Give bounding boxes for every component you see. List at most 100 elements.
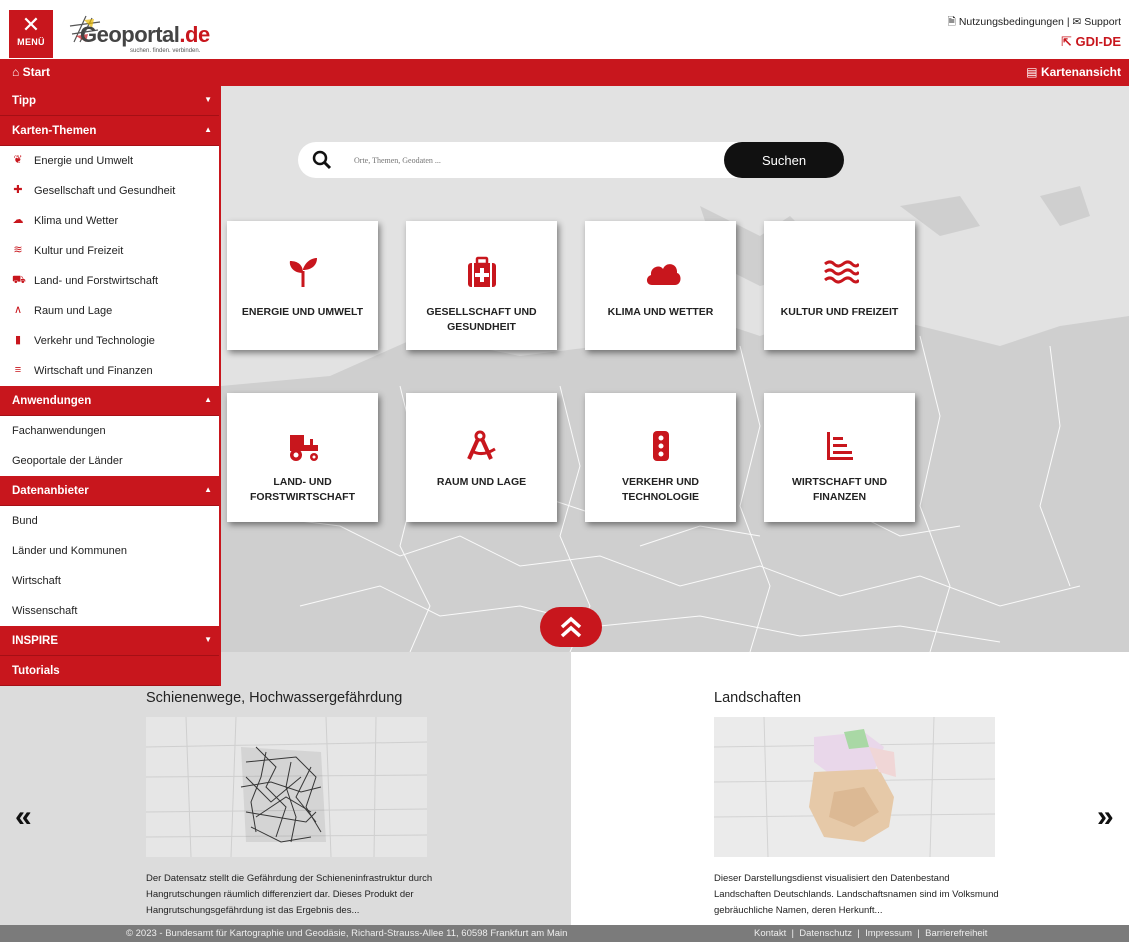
sidebar-item-label: Gesellschaft und Gesundheit	[34, 185, 176, 197]
footer-link-datenschutz[interactable]: Datenschutz	[799, 928, 852, 939]
card-thumbnail-landscape-map[interactable]	[714, 717, 995, 857]
sidebar-item-wirtschaft-anbieter[interactable]: Wirtschaft	[0, 566, 219, 596]
envelope-icon: ✉	[1072, 16, 1082, 28]
tile-label: VERKEHR UND TECHNOLOGIE	[621, 476, 699, 503]
compass-icon	[467, 430, 496, 460]
tile-klima[interactable]: KLIMA UND WETTER	[585, 221, 736, 350]
tile-wirtschaft[interactable]: WIRTSCHAFT UND FINANZEN	[764, 393, 915, 522]
tile-gesellschaft[interactable]: GESELLSCHAFT UND GESUNDHEIT	[406, 221, 557, 350]
top-links-separator: |	[1066, 16, 1070, 28]
footer-copyright: © 2023 - Bundesamt für Kartographie und …	[126, 928, 568, 939]
waves-icon: ≋	[13, 244, 23, 256]
tile-raum[interactable]: RAUM UND LAGE	[406, 393, 557, 522]
carousel-next-arrow[interactable]: »	[1097, 800, 1114, 834]
sidebar-section-datenanbieter[interactable]: Datenanbieter ▲	[0, 476, 219, 506]
sidebar-section-tipp[interactable]: Tipp ▼	[0, 86, 219, 116]
nav-bar: ⌂ Start ▤ Kartenansicht	[0, 59, 1129, 86]
cloud-icon	[646, 264, 681, 285]
caret-down-icon: ▼	[204, 635, 212, 644]
top-header: ✕ MENÜ Geoportal.de suchen. finden. verb…	[0, 0, 1129, 59]
sidebar-item-gesellschaft[interactable]: ✚ Gesellschaft und Gesundheit	[0, 176, 219, 206]
sidebar-item-fachanwendungen[interactable]: Fachanwendungen	[0, 416, 219, 446]
sidebar-item-geoportale[interactable]: Geoportale der Länder	[0, 446, 219, 476]
tile-label: KLIMA UND WETTER	[607, 306, 714, 318]
search-bar: Suchen	[298, 142, 844, 178]
footer-link-kontakt[interactable]: Kontakt	[754, 928, 786, 939]
sidebar-menu: Tipp ▼ Karten-Themen ▲ ❦ Energie und Umwelt…	[0, 86, 221, 686]
search-button[interactable]: Suchen	[724, 142, 844, 178]
tile-label: KULTUR UND FREIZEIT	[780, 306, 899, 318]
footer-link-impressum[interactable]: Impressum	[865, 928, 912, 939]
sidebar-item-wissenschaft[interactable]: Wissenschaft	[0, 596, 219, 626]
sidebar-item-verkehr[interactable]: ▮ Verkehr und Technologie	[0, 326, 219, 356]
menu-label: MENÜ	[17, 37, 45, 47]
sidebar-section-karten-themen[interactable]: Karten-Themen ▲	[0, 116, 219, 146]
sidebar-section-anwendungen[interactable]: Anwendungen ▲	[0, 386, 219, 416]
landscape-map-image	[714, 717, 995, 857]
external-link-icon: ⇱	[1060, 34, 1072, 49]
caret-up-icon: ▲	[204, 485, 212, 494]
carousel-prev-arrow[interactable]: «	[15, 800, 32, 834]
sidebar-item-laender[interactable]: Länder und Kommunen	[0, 536, 219, 566]
search-input[interactable]	[354, 151, 654, 169]
tile-label: WIRTSCHAFT UND FINANZEN	[791, 476, 888, 503]
support-link[interactable]: Support	[1084, 16, 1121, 28]
sidebar-item-raum[interactable]: ∧ Raum und Lage	[0, 296, 219, 326]
rail-map-image	[146, 717, 427, 857]
sidebar-item-label: Raum und Lage	[34, 305, 113, 317]
geoportal-logo[interactable]: Geoportal.de suchen. finden. verbinden.	[66, 12, 226, 54]
tile-kultur[interactable]: KULTUR UND FREIZEIT	[764, 221, 915, 350]
sidebar-item-energie[interactable]: ❦ Energie und Umwelt	[0, 146, 219, 176]
document-icon: 🗎	[947, 16, 956, 28]
nutzungsbedingungen-link[interactable]: Nutzungsbedingungen	[959, 16, 1064, 28]
sidebar-item-label: Energie und Umwelt	[34, 155, 134, 167]
sprout-icon	[289, 258, 317, 287]
tile-verkehr[interactable]: VERKEHR UND TECHNOLOGIE	[585, 393, 736, 522]
cloud-icon: ☁	[12, 214, 24, 226]
caret-up-icon: ▲	[204, 395, 212, 404]
start-label: Start	[22, 65, 50, 79]
sidebar-item-label: Bund	[12, 515, 38, 527]
medkit-icon: ✚	[13, 184, 23, 196]
card-title[interactable]: Schienenwege, Hochwassergefährdung	[146, 690, 402, 706]
tile-land[interactable]: LAND- UND FORSTWIRTSCHAFT	[227, 393, 378, 522]
sidebar-item-klima[interactable]: ☁ Klima und Wetter	[0, 206, 219, 236]
kartenansicht-link[interactable]: ▤ Kartenansicht	[1026, 65, 1121, 79]
tile-energie[interactable]: ENERGIE UND UMWELT	[227, 221, 378, 350]
gdi-de-link[interactable]: ⇱ GDI-DE	[1061, 34, 1121, 50]
section-label: Tutorials	[12, 665, 60, 677]
sidebar-item-label: Verkehr und Technologie	[34, 335, 155, 347]
sidebar-item-bund[interactable]: Bund	[0, 506, 219, 536]
tile-label: LAND- UND FORSTWIRTSCHAFT	[250, 476, 355, 503]
card-thumbnail-rail-map[interactable]	[146, 717, 427, 857]
section-label: INSPIRE	[12, 635, 59, 647]
sidebar-item-land[interactable]: ⛟ Land- und Forstwirtschaft	[0, 266, 219, 296]
gdi-label: GDI-DE	[1075, 34, 1122, 49]
footer-links: Kontakt | Datenschutz | Impressum | Barr…	[754, 928, 988, 939]
top-links: 🗎 Nutzungsbedingungen | ✉ Support	[947, 14, 1121, 32]
tile-label: ENERGIE UND UMWELT	[241, 306, 364, 318]
start-link[interactable]: ⌂ Start	[12, 65, 50, 79]
sidebar-section-inspire[interactable]: INSPIRE ▼	[0, 626, 219, 656]
sprout-icon: ❦	[13, 154, 23, 166]
card-title[interactable]: Landschaften	[714, 690, 801, 706]
menu-button[interactable]: ✕ MENÜ	[9, 10, 53, 58]
section-label: Tipp	[12, 95, 37, 107]
sidebar-item-kultur[interactable]: ≋ Kultur und Freizeit	[0, 236, 219, 266]
sidebar-section-tutorials[interactable]: Tutorials	[0, 656, 219, 686]
caret-up-icon: ▲	[204, 125, 212, 134]
home-icon: ⌂	[12, 65, 20, 79]
logo-tagline: suchen. finden. verbinden.	[130, 48, 201, 54]
sidebar-item-label: Klima und Wetter	[34, 215, 119, 227]
section-label: Datenanbieter	[12, 485, 89, 497]
sidebar-item-wirtschaft[interactable]: ≡ Wirtschaft und Finanzen	[0, 356, 219, 386]
caret-down-icon: ▼	[204, 95, 212, 104]
card-description: Dieser Darstellungsdienst visualisiert d…	[714, 873, 999, 916]
waves-icon	[824, 260, 859, 284]
scroll-up-button[interactable]	[540, 607, 602, 647]
footer-link-barrierefreiheit[interactable]: Barrierefreiheit	[925, 928, 987, 939]
traffic-light-icon	[653, 431, 669, 461]
tractor-icon: ⛟	[12, 274, 26, 286]
sidebar-item-label: Geoportale der Länder	[12, 455, 123, 467]
section-label: Karten-Themen	[12, 125, 97, 137]
